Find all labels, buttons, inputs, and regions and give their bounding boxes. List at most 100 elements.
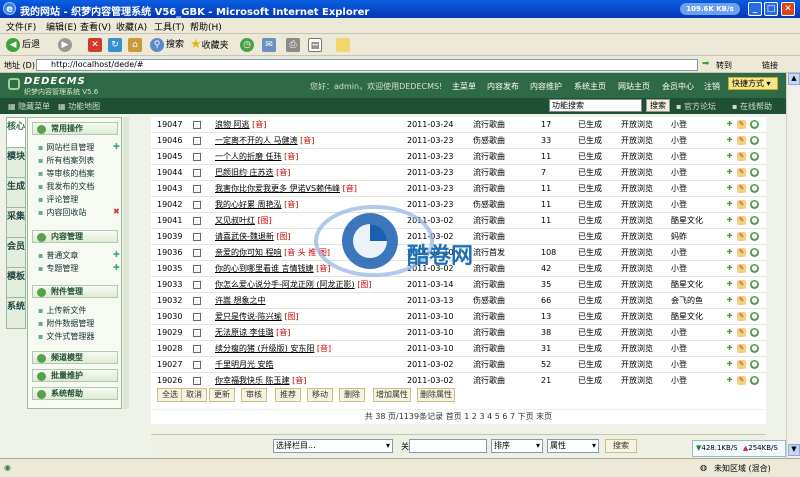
view-icon[interactable]: ● — [750, 184, 759, 193]
add-icon[interactable]: ✚ — [113, 142, 120, 151]
remove-attr-button[interactable]: 删除属性 — [417, 388, 455, 402]
row-title-link[interactable]: 浪物 阿逃 — [215, 120, 250, 129]
row-category[interactable]: 流行歌曲 — [473, 277, 505, 292]
row-checkbox[interactable] — [193, 297, 201, 305]
move-button[interactable]: 移动 — [307, 388, 333, 402]
edit-icon[interactable]: ✎ — [737, 168, 746, 177]
section-attachments[interactable]: 附件管理 — [32, 285, 118, 298]
forum-link[interactable]: ▪ 官方论坛 — [676, 101, 716, 112]
row-checkbox[interactable] — [193, 249, 201, 257]
row-title-link[interactable]: 一个人的折磨 任玮 — [215, 152, 282, 161]
stop-button[interactable]: ✕ — [88, 37, 104, 53]
row-checkbox[interactable] — [193, 153, 201, 161]
mail-button[interactable]: ✉ — [262, 37, 278, 53]
menu-comments[interactable]: 评论管理 — [38, 194, 78, 205]
row-checkbox[interactable] — [193, 313, 201, 321]
tab-module[interactable]: 模块 — [6, 147, 26, 179]
row-category[interactable]: 流行歌曲 — [473, 149, 505, 164]
row-title-link[interactable]: 爱只是传说-陈兴瑜 — [215, 312, 282, 321]
links-button[interactable]: 链接 — [762, 60, 778, 71]
edit-icon[interactable]: ✎ — [737, 248, 746, 257]
print-button[interactable]: ⎙ — [286, 37, 302, 53]
view-icon[interactable]: ● — [750, 248, 759, 257]
go-button[interactable]: 转到 — [716, 60, 732, 71]
row-category[interactable]: 流行歌曲 — [473, 117, 505, 132]
row-checkbox[interactable] — [193, 361, 201, 369]
edit-icon[interactable]: ✎ — [737, 120, 746, 129]
menu-column-manage[interactable]: 网站栏目管理 — [38, 142, 94, 153]
row-title-link[interactable]: 巴颜旧约 庄苏迭 — [215, 168, 274, 177]
tab-generate[interactable]: 生成 — [6, 177, 26, 209]
function-map-button[interactable]: ▦ 功能地图 — [58, 101, 100, 112]
refresh-button[interactable]: ↻ — [108, 37, 124, 53]
row-title-link[interactable]: 我的心好累 周艳泓 — [215, 200, 282, 209]
maximize-button[interactable]: □ — [764, 2, 778, 16]
function-search-button[interactable]: 搜索 — [646, 99, 670, 112]
view-icon[interactable]: ● — [750, 152, 759, 161]
preview-icon[interactable]: ✚ — [725, 248, 734, 257]
view-icon[interactable]: ● — [750, 200, 759, 209]
menu-specials[interactable]: 专题管理 — [38, 263, 78, 274]
view-icon[interactable]: ● — [750, 344, 759, 353]
row-category[interactable]: 流行歌曲 — [473, 181, 505, 196]
address-input[interactable]: http://localhost/dede/# — [36, 59, 698, 71]
preview-icon[interactable]: ✚ — [725, 152, 734, 161]
row-category[interactable]: 伤感歌曲 — [473, 197, 505, 212]
update-button[interactable]: 更新 — [209, 388, 235, 402]
row-title-link[interactable]: 请喜武侠-魏退新 — [215, 232, 274, 241]
row-title-link[interactable]: 我害你比你爱我更多 伊诺VS赖伟峰 — [215, 184, 340, 193]
history-button[interactable]: ◷ — [240, 37, 256, 53]
delete-button[interactable]: 删除 — [339, 388, 365, 402]
view-icon[interactable]: ● — [750, 216, 759, 225]
menu-pending-archives[interactable]: 等审核的档案 — [38, 168, 94, 179]
view-icon[interactable]: ● — [750, 168, 759, 177]
row-checkbox[interactable] — [193, 345, 201, 353]
tab-system[interactable]: 系统 — [6, 297, 26, 329]
row-checkbox[interactable] — [193, 185, 201, 193]
scroll-down-icon[interactable]: ▼ — [788, 444, 800, 456]
edit-icon[interactable]: ✎ — [737, 296, 746, 305]
keyword-input[interactable] — [409, 439, 487, 453]
sort-select[interactable]: 排序 — [491, 439, 543, 453]
nav-content-publish[interactable]: 内容发布 — [487, 81, 519, 92]
row-checkbox[interactable] — [193, 121, 201, 129]
edit-icon[interactable]: ✎ — [737, 280, 746, 289]
preview-icon[interactable]: ✚ — [725, 312, 734, 321]
section-common-ops[interactable]: 常用操作 — [32, 122, 118, 135]
view-icon[interactable]: ● — [750, 296, 759, 305]
nav-site-home[interactable]: 网站主页 — [618, 81, 650, 92]
row-checkbox[interactable] — [193, 217, 201, 225]
nav-logout[interactable]: 注销 — [704, 81, 720, 92]
minimize-button[interactable]: _ — [748, 2, 762, 16]
add-attr-button[interactable]: 增加属性 — [373, 388, 411, 402]
edit-icon[interactable]: ✎ — [737, 264, 746, 273]
menu-edit[interactable]: 编辑(E) — [46, 20, 77, 33]
row-title-link[interactable]: 一定离不开的人 马健涛 — [215, 136, 298, 145]
cancel-button[interactable]: 取消 — [181, 388, 207, 402]
row-checkbox[interactable] — [193, 137, 201, 145]
nav-main-menu[interactable]: 主菜单 — [452, 81, 476, 92]
edit-icon[interactable]: ✎ — [737, 328, 746, 337]
row-title-link[interactable]: 无法原谅 李佳璐 — [215, 328, 274, 337]
edit-button[interactable]: ▤ — [308, 37, 324, 53]
menu-splitter[interactable] — [123, 117, 129, 409]
row-checkbox[interactable] — [193, 169, 201, 177]
row-title-link[interactable]: 又见叔叶红 — [215, 216, 255, 225]
row-category[interactable]: 伤感歌曲 — [473, 133, 505, 148]
close-button[interactable]: ✕ — [781, 2, 795, 16]
row-checkbox[interactable] — [193, 377, 201, 385]
quick-menu-dropdown[interactable]: 快捷方式 ▾ — [728, 77, 778, 90]
row-title-link[interactable]: 续分瘦的猪 (升级版) 安东阳 — [215, 344, 314, 353]
preview-icon[interactable]: ✚ — [725, 120, 734, 129]
preview-icon[interactable]: ✚ — [725, 328, 734, 337]
row-checkbox[interactable] — [193, 281, 201, 289]
preview-icon[interactable]: ✚ — [725, 168, 734, 177]
row-category[interactable]: 流行歌曲 — [473, 165, 505, 180]
edit-icon[interactable]: ✎ — [737, 376, 746, 385]
search-button[interactable]: ⚲ 搜索 — [150, 37, 184, 53]
nav-system-home[interactable]: 系统主页 — [574, 81, 606, 92]
review-button[interactable]: 审核 — [241, 388, 267, 402]
menu-all-archives[interactable]: 所有档案列表 — [38, 155, 94, 166]
edit-icon[interactable]: ✎ — [737, 200, 746, 209]
menu-my-docs[interactable]: 我发布的文档 — [38, 181, 94, 192]
